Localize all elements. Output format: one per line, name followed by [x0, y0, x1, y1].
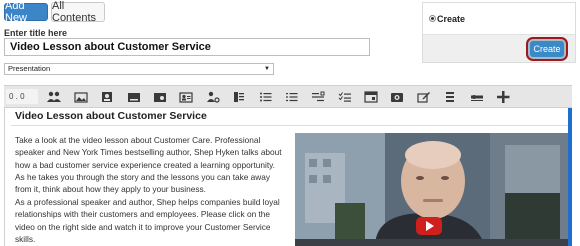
paragraph-2: As a professional speaker and author, Sh…	[15, 197, 280, 244]
plus-icon[interactable]	[493, 88, 513, 106]
play-icon[interactable]	[416, 217, 442, 235]
numbered-list-icon[interactable]	[282, 88, 302, 106]
content-type-selected-value: Presentation	[8, 64, 51, 73]
editor-scrollbar[interactable]	[568, 108, 572, 246]
document-heading: Video Lesson about Customer Service	[15, 110, 207, 122]
check-list-icon[interactable]	[335, 88, 355, 106]
checklist-icon[interactable]	[308, 88, 328, 106]
slide-icon[interactable]	[124, 88, 144, 106]
heading-divider	[11, 125, 569, 126]
create-panel: Create Create	[422, 2, 576, 63]
edit-icon[interactable]	[414, 88, 434, 106]
create-button[interactable]: Create	[530, 41, 564, 57]
person-settings-icon[interactable]	[203, 88, 223, 106]
video-embed[interactable]	[295, 133, 572, 246]
title-field-label: Enter title here	[4, 28, 68, 38]
dropdown-arrow-icon: ▼	[264, 66, 270, 72]
create-radio-label: Create	[437, 14, 466, 24]
create-radio[interactable]	[429, 15, 436, 22]
all-contents-button[interactable]: All Contents	[51, 0, 105, 24]
content-type-select[interactable]: Presentation ▼	[4, 63, 274, 75]
columns-icon[interactable]	[440, 88, 460, 106]
portrait-icon[interactable]	[97, 88, 117, 106]
title-input[interactable]	[4, 38, 370, 56]
editor-toolbar: 0 . 0	[4, 85, 572, 108]
layout-icon[interactable]	[467, 88, 487, 106]
contact-card-icon[interactable]	[176, 88, 196, 106]
create-option-row: Create	[423, 3, 575, 35]
picture-icon[interactable]	[150, 88, 170, 106]
size-field[interactable]: 0 . 0	[6, 89, 38, 104]
add-new-button[interactable]: Add New	[4, 0, 48, 24]
list-icon[interactable]	[229, 88, 249, 106]
image-icon[interactable]	[71, 88, 91, 106]
content-editor[interactable]: Video Lesson about Customer Service Take…	[4, 108, 572, 246]
bullet-list-icon[interactable]	[256, 88, 276, 106]
paragraph-1: Take a look at the video lesson about Cu…	[15, 135, 282, 195]
video-icon[interactable]	[387, 88, 407, 106]
window-icon[interactable]	[361, 88, 381, 106]
users-icon[interactable]	[44, 88, 64, 106]
